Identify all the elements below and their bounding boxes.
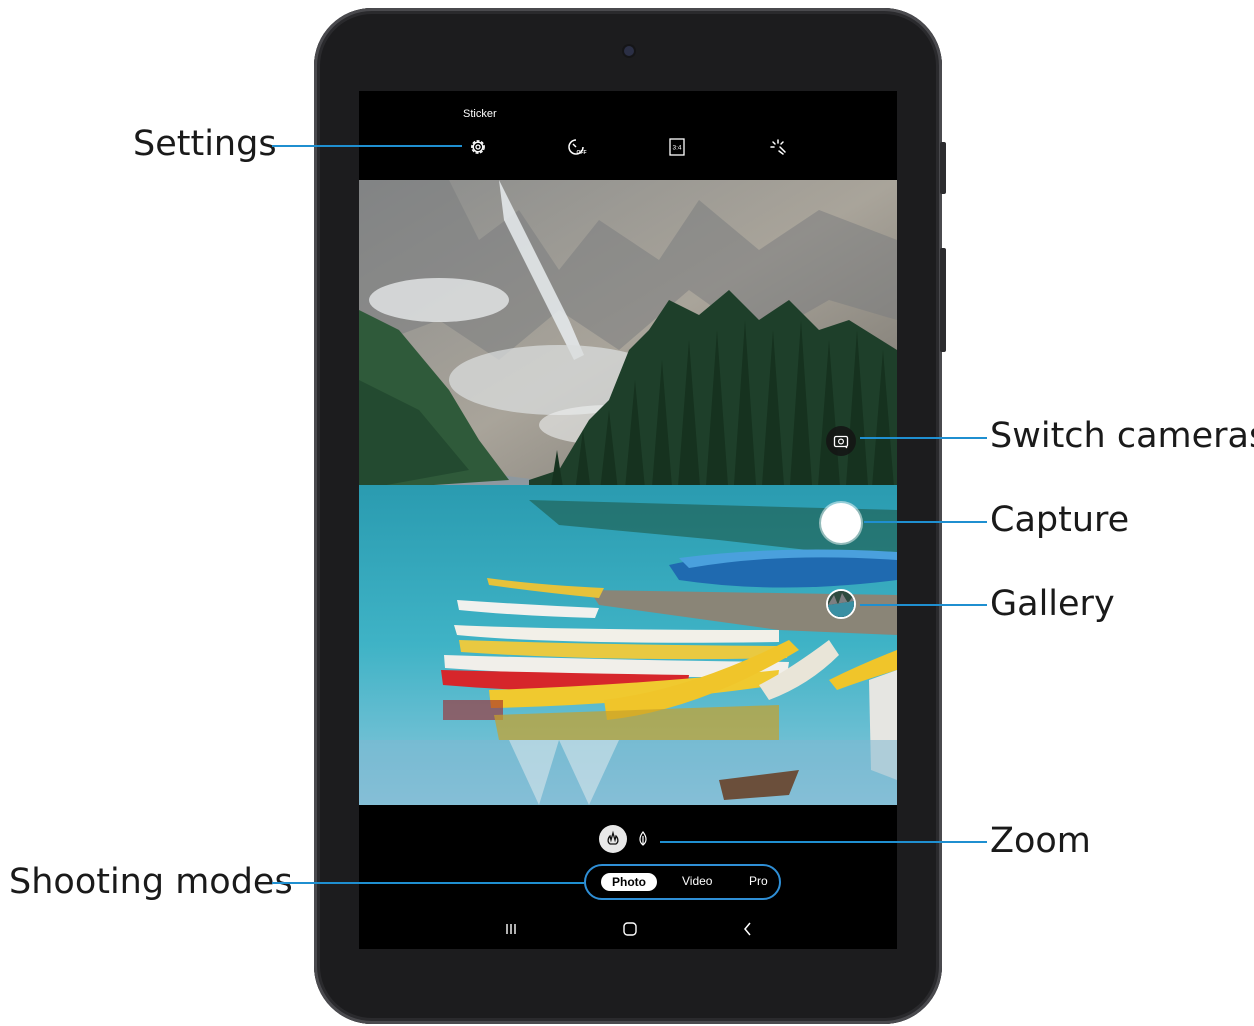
back-icon[interactable] [736,917,760,941]
callout-shooting-modes: Shooting modes [9,862,293,902]
sticker-label: Sticker [463,108,497,120]
aspect-ratio-icon[interactable]: 3:4 [665,135,689,159]
callout-line-zoom [660,841,987,843]
switch-cameras-button[interactable] [826,426,856,456]
settings-icon[interactable] [466,135,490,159]
shooting-modes-bar: Photo Video Pro [584,864,781,900]
callout-line-gallery [860,604,987,606]
callout-gallery: Gallery [990,584,1115,624]
wide-angle-icon [607,830,619,845]
recent-apps-icon[interactable] [499,917,523,941]
flash-icon[interactable] [766,135,790,159]
callout-line-switch-cameras [860,437,987,439]
callout-line-settings [272,145,462,147]
timer-off-text: OFF [577,150,587,156]
zoom-wide-button[interactable] [599,825,627,853]
mode-pro[interactable]: Pro [749,874,768,888]
viewfinder-image [359,180,897,805]
timer-off-icon[interactable]: OFF [564,135,588,159]
zoom-tele-button[interactable] [633,829,653,849]
callout-capture: Capture [990,500,1130,540]
mode-video[interactable]: Video [682,874,712,888]
callout-line-capture [864,521,987,523]
power-button [940,142,946,194]
mode-photo[interactable]: Photo [601,873,657,891]
callout-line-shooting-modes [272,882,584,884]
callout-settings: Settings [133,124,277,164]
volume-button [940,248,946,352]
ratio-text: 3:4 [672,145,681,152]
viewfinder[interactable] [359,180,897,805]
callout-switch-cameras: Switch cameras [990,416,1254,456]
switch-cameras-icon [833,435,849,449]
gallery-thumbnail[interactable] [826,589,856,619]
tele-icon [639,831,647,846]
home-icon[interactable] [618,917,642,941]
camera-screen: Sticker OFF 3:4 Photo Video Pro [359,91,897,949]
capture-button[interactable] [821,503,861,543]
front-camera [624,46,634,56]
gallery-preview-image [828,591,854,617]
callout-zoom: Zoom [990,821,1091,861]
